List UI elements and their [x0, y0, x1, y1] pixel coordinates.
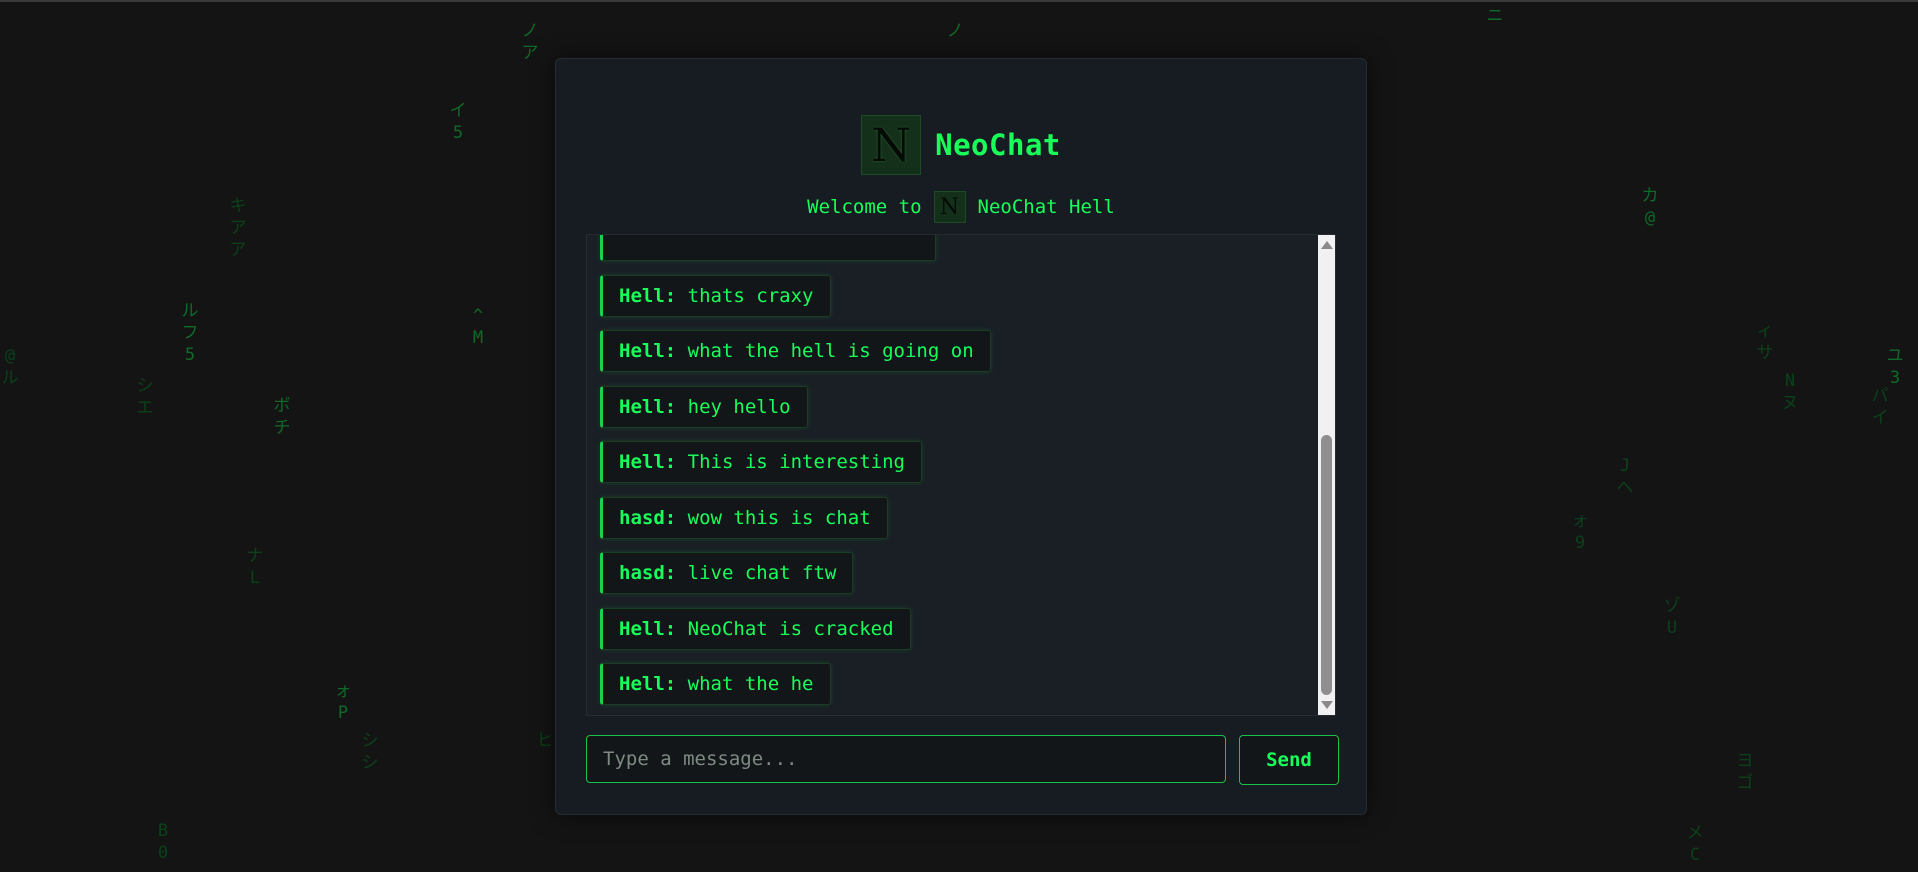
message-author: Hell:: [619, 284, 677, 307]
message-item: Hell: NeoChat is cracked: [600, 607, 911, 650]
neochat-mini-logo: N: [933, 191, 966, 223]
message-item: hasd: wow this is chat: [600, 496, 888, 539]
message-author: Hell:: [619, 673, 677, 695]
rain-glyphs: ユ3: [1886, 346, 1904, 388]
message-item: Hell: This is interesting: [600, 441, 922, 483]
message-item: hasd: live chat ftw: [600, 552, 854, 594]
rain-glyphs: B0: [157, 821, 169, 863]
rain-glyphs: イ5: [449, 101, 467, 143]
message-item: Hell: what the hell is going on: [600, 330, 991, 372]
message-text: NeoChat is cracked: [687, 617, 894, 640]
rain-glyphs: ィサ: [1756, 321, 1774, 363]
rain-glyphs: ボチ: [273, 396, 291, 438]
rain-glyphs: @ル: [1, 346, 19, 388]
scrollbar-thumb[interactable]: [1321, 435, 1332, 695]
rain-glyphs: ヨゴ: [1736, 751, 1754, 793]
message-stack: Hell: thats craxy Hell: what the hell is…: [600, 235, 1300, 715]
message-list[interactable]: Hell: thats craxy Hell: what the hell is…: [586, 234, 1336, 716]
message-scrollbar[interactable]: [1318, 235, 1335, 715]
neochat-logo: N: [861, 115, 922, 175]
message-item: Hell: thats craxy: [600, 274, 831, 317]
message-item-partial: [600, 235, 936, 261]
message-item: Hell: hey hello: [600, 385, 808, 428]
chat-header: N NeoChat: [556, 115, 1366, 175]
composer: Send: [586, 735, 1339, 785]
message-author: Hell:: [619, 395, 677, 418]
rain-glyphs: ナL: [246, 546, 264, 588]
message-text: hey hello: [687, 395, 791, 418]
rain-glyphs: シシ: [361, 731, 379, 773]
welcome-line: Welcome to N NeoChat Hell: [556, 191, 1366, 223]
message-input[interactable]: [586, 735, 1226, 783]
message-item: Hell: what the he: [600, 663, 831, 705]
send-button[interactable]: Send: [1239, 735, 1339, 785]
rain-glyphs: メC: [1686, 823, 1704, 865]
message-text: what the hell is going on: [687, 340, 974, 362]
message-text: wow this is chat: [687, 506, 871, 529]
rain-glyphs: ゾU: [1663, 596, 1681, 638]
rain-glyphs: ルフ5: [181, 301, 199, 365]
scroll-down-arrow-icon[interactable]: [1321, 701, 1333, 709]
rain-glyphs: ノ: [946, 21, 964, 41]
rain-glyphs: ヒ: [536, 731, 554, 751]
message-text: what the he: [687, 673, 814, 695]
rain-glyphs: Nヌ: [1781, 371, 1799, 413]
rain-glyphs: キアア: [229, 196, 247, 260]
rain-glyphs: カ@: [1641, 186, 1659, 228]
welcome-prefix: Welcome to: [807, 196, 922, 218]
scroll-up-arrow-icon[interactable]: [1321, 241, 1333, 249]
rain-glyphs: パイ: [1871, 386, 1889, 428]
rain-glyphs: Jヘ: [1616, 456, 1634, 498]
rain-glyphs: ^M: [472, 306, 484, 348]
app-title: NeoChat: [935, 128, 1061, 162]
message-text: This is interesting: [687, 451, 905, 473]
chat-panel: N NeoChat Welcome to N NeoChat Hell Hell…: [555, 58, 1367, 815]
welcome-username: NeoChat Hell: [977, 196, 1115, 218]
message-author: Hell:: [619, 340, 677, 362]
message-author: Hell:: [619, 617, 677, 640]
message-author: hasd:: [619, 506, 677, 529]
rain-glyphs: ォP: [334, 681, 352, 723]
rain-glyphs: ノア: [521, 21, 539, 63]
message-text: thats craxy: [687, 284, 814, 307]
rain-glyphs: シエ: [136, 376, 154, 418]
message-text: live chat ftw: [687, 562, 837, 584]
rain-glyphs: ニ: [1486, 6, 1504, 26]
message-author: Hell:: [619, 451, 677, 473]
rain-glyphs: ォ9: [1571, 511, 1589, 553]
message-author: hasd:: [619, 562, 677, 584]
